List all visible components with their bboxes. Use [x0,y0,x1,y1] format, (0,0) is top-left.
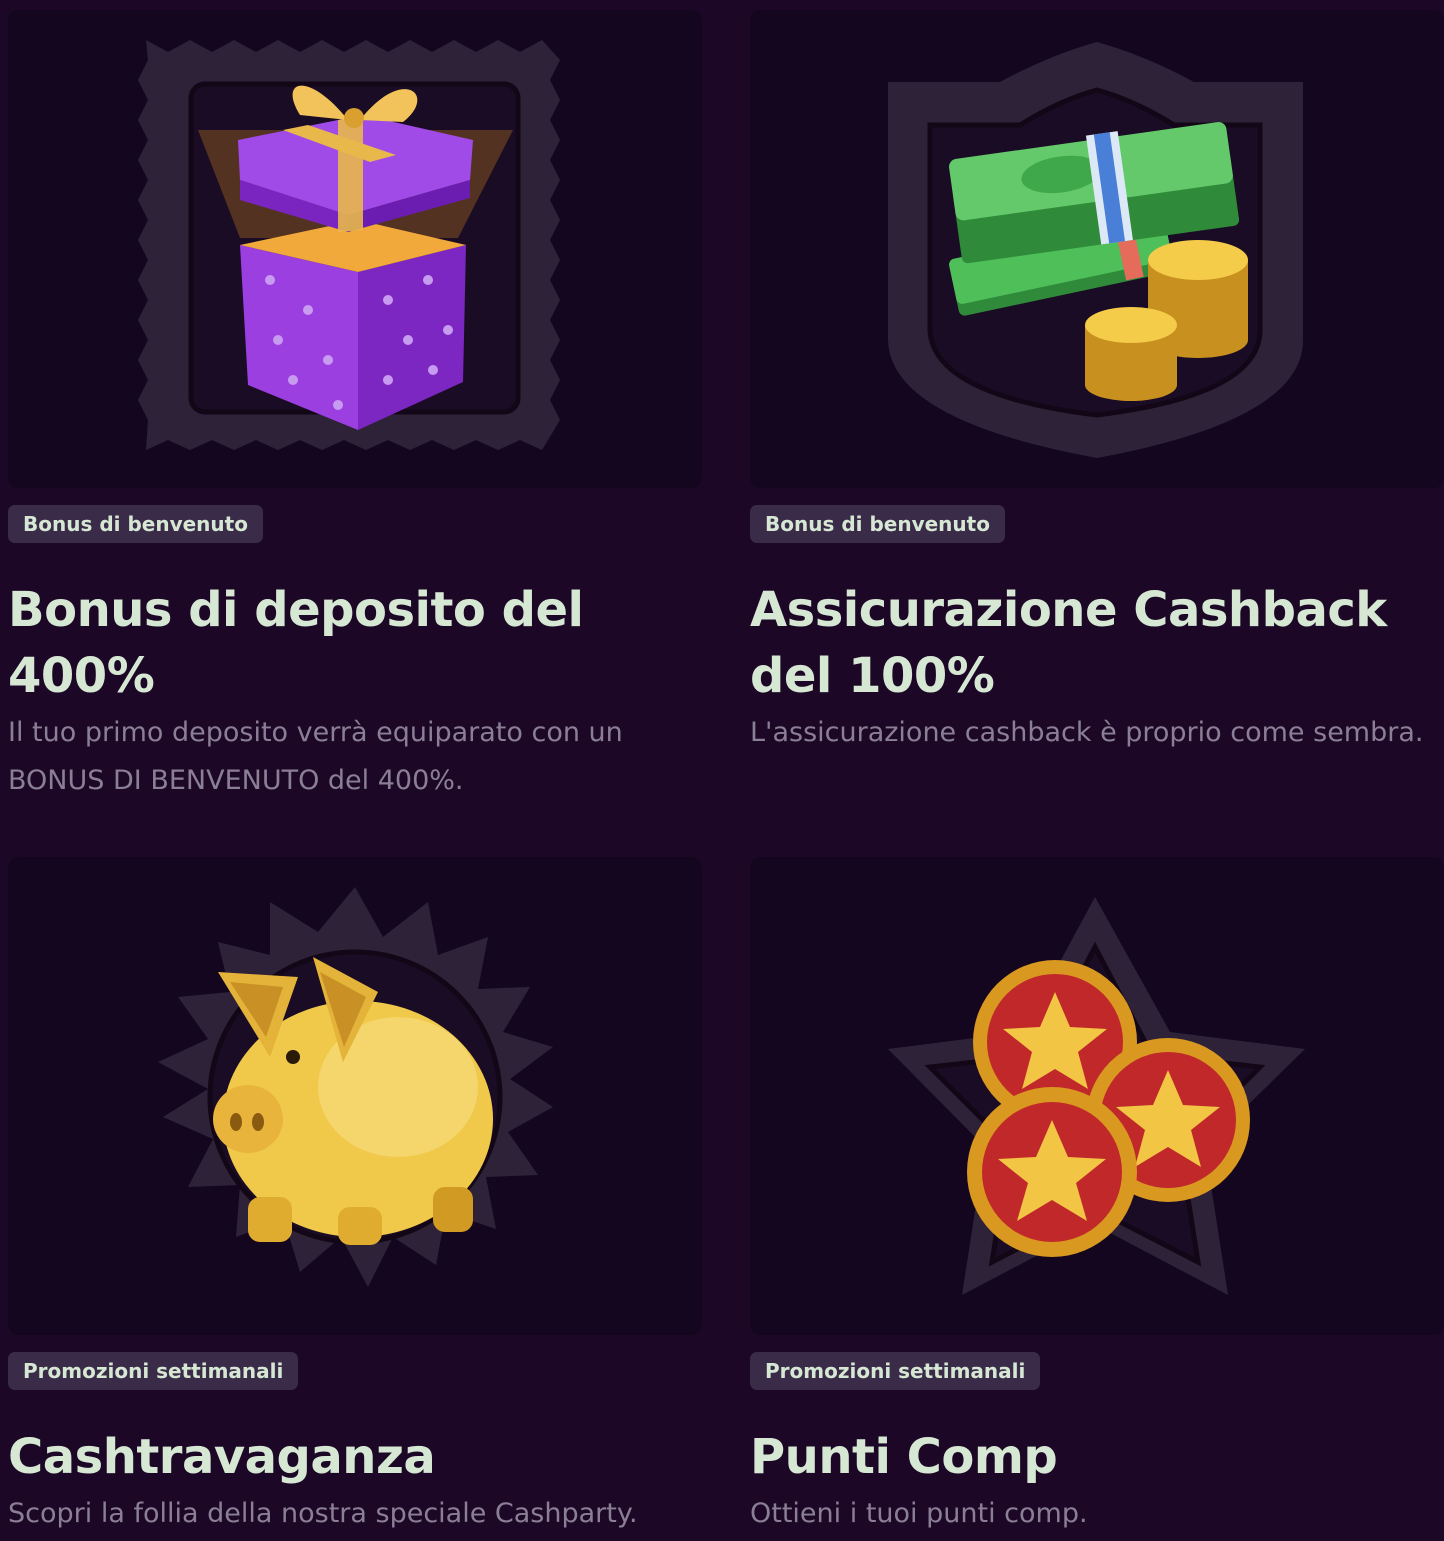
category-badge: Promozioni settimanali [8,1352,299,1390]
promo-card-cashtravaganza[interactable]: Promozioni settimanali Cashtravaganza Sc… [8,857,702,1538]
promo-card-cashback[interactable]: Bonus di benvenuto Assicurazione Cashbac… [750,10,1444,757]
promo-image[interactable] [750,857,1444,1335]
money-stack-icon [888,42,1303,458]
promo-title[interactable]: Assicurazione Cashback del 100% [750,577,1444,709]
promo-title[interactable]: Cashtravaganza [8,1424,702,1490]
gift-box-icon [138,40,560,450]
promo-title[interactable]: Bonus di deposito del 400% [8,577,702,709]
category-badge: Bonus di benvenuto [750,505,1005,543]
promo-description: Ottieni i tuoi punti comp. [750,1498,1088,1529]
star-coins-icon [888,897,1305,1295]
piggy-bank-icon [158,887,553,1287]
promo-description: Il tuo primo deposito verrà equiparato c… [8,717,623,796]
promo-card-deposit-bonus[interactable]: Bonus di benvenuto Bonus di deposito del… [8,10,702,805]
promo-description: Scopri la follia della nostra speciale C… [8,1498,638,1529]
promo-image[interactable] [750,10,1444,488]
category-badge: Promozioni settimanali [750,1352,1041,1390]
promo-card-comp-points[interactable]: Promozioni settimanali Punti Comp Ottien… [750,857,1444,1538]
promo-title[interactable]: Punti Comp [750,1424,1444,1490]
promo-image[interactable] [8,857,702,1335]
category-badge: Bonus di benvenuto [8,505,263,543]
promo-description: L'assicurazione cashback è proprio come … [750,717,1424,748]
promo-image[interactable] [8,10,702,488]
promotions-grid: Bonus di benvenuto Bonus di deposito del… [0,0,1444,1541]
